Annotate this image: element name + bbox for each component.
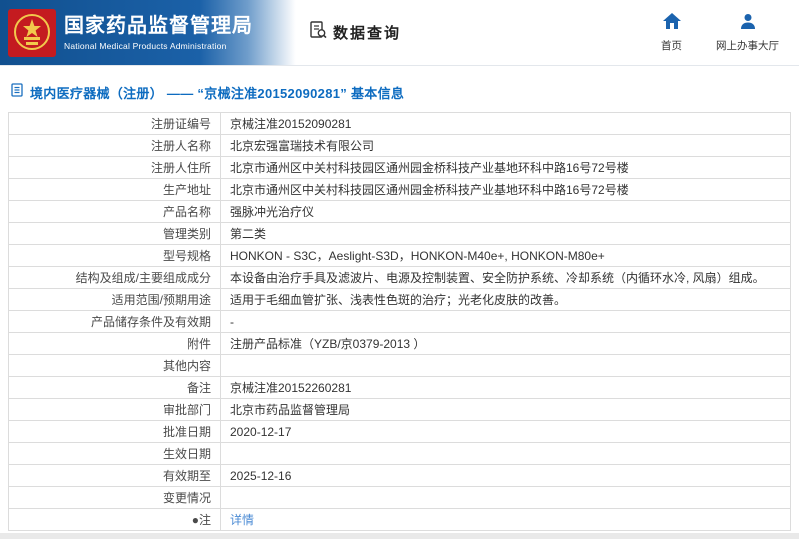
- table-row: 其他内容: [9, 355, 791, 377]
- table-row: 批准日期2020-12-17: [9, 421, 791, 443]
- row-value: [221, 487, 791, 509]
- home-icon: [663, 13, 681, 34]
- table-row: 产品储存条件及有效期-: [9, 311, 791, 333]
- document-icon: [10, 83, 24, 102]
- person-icon: [740, 13, 756, 34]
- table-row: 注册证编号京械注准20152090281: [9, 113, 791, 135]
- agency-titles: 国家药品监督管理局 National Medical Products Admi…: [64, 14, 253, 51]
- row-value: 北京市通州区中关村科技园区通州园金桥科技产业基地环科中路16号72号楼: [221, 157, 791, 179]
- row-label: 结构及组成/主要组成成分: [9, 267, 221, 289]
- row-value: 京械注准20152090281: [221, 113, 791, 135]
- table-row: 管理类别第二类: [9, 223, 791, 245]
- table-row: 审批部门北京市药品监督管理局: [9, 399, 791, 421]
- table-row: 适用范围/预期用途适用于毛细血管扩张、浅表性色斑的治疗；光老化皮肤的改善。: [9, 289, 791, 311]
- section-title: 数据查询: [333, 22, 401, 43]
- page-title: 境内医疗器械（注册） —— “京械注准20152090281” 基本信息: [30, 83, 404, 102]
- top-header: 国家药品监督管理局 National Medical Products Admi…: [0, 0, 799, 66]
- row-label: 生产地址: [9, 179, 221, 201]
- nav-service-hall-label: 网上办事大厅: [716, 38, 779, 53]
- detail-link[interactable]: 详情: [230, 513, 254, 527]
- agency-subtitle: National Medical Products Administration: [64, 41, 253, 51]
- row-value: 第二类: [221, 223, 791, 245]
- national-emblem-logo: [8, 9, 56, 57]
- table-row: 生效日期: [9, 443, 791, 465]
- table-row: 备注京械注准20152260281: [9, 377, 791, 399]
- row-value: 2020-12-17: [221, 421, 791, 443]
- row-label: ●注: [9, 509, 221, 531]
- row-value: 京械注准20152260281: [221, 377, 791, 399]
- row-value: -: [221, 311, 791, 333]
- row-value: 注册产品标准（YZB/京0379-2013 ）: [221, 333, 791, 355]
- table-row: 注册人住所北京市通州区中关村科技园区通州园金桥科技产业基地环科中路16号72号楼: [9, 157, 791, 179]
- row-label: 其他内容: [9, 355, 221, 377]
- info-table-body: 注册证编号京械注准20152090281注册人名称北京宏强富瑞技术有限公司注册人…: [9, 113, 791, 531]
- agency-brand: 国家药品监督管理局 National Medical Products Admi…: [8, 9, 246, 57]
- row-value: 北京市药品监督管理局: [221, 399, 791, 421]
- row-value: [221, 443, 791, 465]
- row-label: 审批部门: [9, 399, 221, 421]
- registration-info-panel: 注册证编号京械注准20152090281注册人名称北京宏强富瑞技术有限公司注册人…: [0, 112, 799, 531]
- table-row: 产品名称强脉冲光治疗仪: [9, 201, 791, 223]
- row-value: 强脉冲光治疗仪: [221, 201, 791, 223]
- row-label: 产品名称: [9, 201, 221, 223]
- row-value: 2025-12-16: [221, 465, 791, 487]
- table-row: 生产地址北京市通州区中关村科技园区通州园金桥科技产业基地环科中路16号72号楼: [9, 179, 791, 201]
- row-label: 注册人名称: [9, 135, 221, 157]
- row-label: 备注: [9, 377, 221, 399]
- nav-service-hall[interactable]: 网上办事大厅: [716, 13, 779, 53]
- row-label: 附件: [9, 333, 221, 355]
- table-row: 变更情况: [9, 487, 791, 509]
- data-query-icon: [308, 20, 328, 45]
- row-value: HONKON - S3C，Aeslight-S3D，HONKON-M40e+, …: [221, 245, 791, 267]
- row-value: [221, 355, 791, 377]
- row-label: 管理类别: [9, 223, 221, 245]
- table-row: 注册人名称北京宏强富瑞技术有限公司: [9, 135, 791, 157]
- row-label: 产品储存条件及有效期: [9, 311, 221, 333]
- data-query-section: 数据查询: [308, 20, 401, 45]
- table-row: 型号规格HONKON - S3C，Aeslight-S3D，HONKON-M40…: [9, 245, 791, 267]
- table-row: 结构及组成/主要组成成分本设备由治疗手具及滤波片、电源及控制装置、安全防护系统、…: [9, 267, 791, 289]
- footer-strip: [0, 533, 799, 539]
- row-label: 生效日期: [9, 443, 221, 465]
- row-label: 批准日期: [9, 421, 221, 443]
- nav-home-label: 首页: [661, 38, 682, 53]
- agency-title: 国家药品监督管理局: [64, 14, 253, 38]
- table-row: 附件注册产品标准（YZB/京0379-2013 ）: [9, 333, 791, 355]
- row-value: 北京市通州区中关村科技园区通州园金桥科技产业基地环科中路16号72号楼: [221, 179, 791, 201]
- table-row: ●注详情: [9, 509, 791, 531]
- row-label: 注册人住所: [9, 157, 221, 179]
- row-label: 注册证编号: [9, 113, 221, 135]
- row-value: 详情: [221, 509, 791, 531]
- row-value: 适用于毛细血管扩张、浅表性色斑的治疗；光老化皮肤的改善。: [221, 289, 791, 311]
- breadcrumb: 境内医疗器械（注册） —— “京械注准20152090281” 基本信息: [0, 66, 799, 112]
- table-row: 有效期至2025-12-16: [9, 465, 791, 487]
- row-value: 北京宏强富瑞技术有限公司: [221, 135, 791, 157]
- row-label: 适用范围/预期用途: [9, 289, 221, 311]
- row-label: 型号规格: [9, 245, 221, 267]
- row-label: 变更情况: [9, 487, 221, 509]
- row-label: 有效期至: [9, 465, 221, 487]
- registration-info-table: 注册证编号京械注准20152090281注册人名称北京宏强富瑞技术有限公司注册人…: [8, 112, 791, 531]
- row-value: 本设备由治疗手具及滤波片、电源及控制装置、安全防护系统、冷却系统（内循环水冷, …: [221, 267, 791, 289]
- header-nav: 首页 网上办事大厅: [661, 13, 779, 53]
- nav-home[interactable]: 首页: [661, 13, 682, 53]
